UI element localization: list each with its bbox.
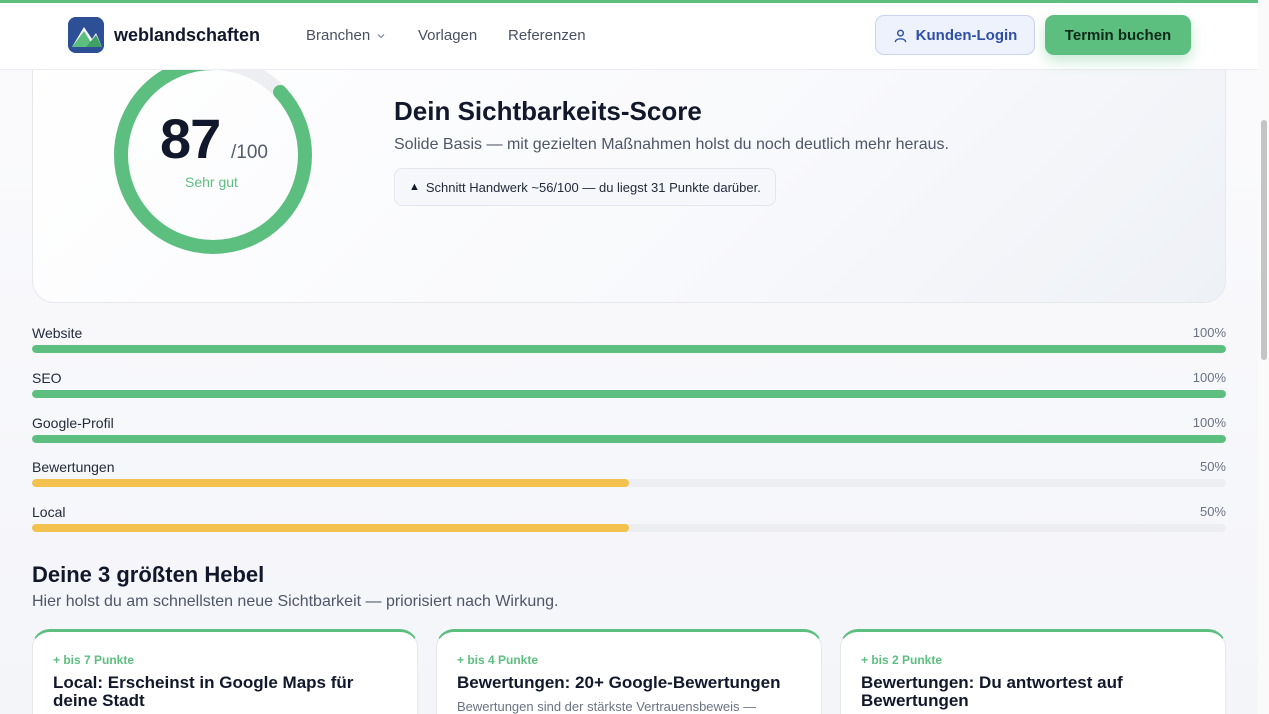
score-title: Dein Sichtbarkeits-Score <box>394 96 702 126</box>
lever-badge: + bis 2 Punkte <box>861 653 943 667</box>
user-icon <box>894 29 907 42</box>
bar-label: Website <box>32 325 83 341</box>
nav-referenzen[interactable]: Referenzen <box>508 27 586 44</box>
nav-vorlagen[interactable]: Vorlagen <box>418 27 477 44</box>
chevron-down-icon <box>377 33 385 38</box>
lever-title: Bewertungen: 20+ Google-Bewertungen <box>457 673 781 692</box>
bar-fill <box>32 479 629 488</box>
bar-label: Local <box>32 504 66 520</box>
bar-track <box>32 389 1226 398</box>
levers-title: Deine 3 größten Hebel <box>32 562 265 587</box>
triangle-up-icon: ▲ <box>409 181 420 193</box>
nav-label: Branchen <box>306 27 371 44</box>
bar-percentage: 50% <box>1199 504 1226 519</box>
bar-fill <box>32 389 1226 398</box>
levers-subtitle: Hier holst du am schnellsten neue Sichtb… <box>32 593 559 610</box>
score-rating: Sehr gut <box>185 174 238 190</box>
bar-percentage: 100% <box>1192 325 1226 340</box>
score-description: Solide Basis — mit gezielten Maßnahmen h… <box>394 136 949 153</box>
lever-badge: + bis 7 Punkte <box>53 653 135 667</box>
brand-name[interactable]: weblandschaften <box>114 25 260 46</box>
lever-card[interactable]: + bis 4 Punkte Bewertungen: 20+ Google-B… <box>436 629 822 714</box>
nav-label: Referenzen <box>508 27 586 44</box>
nav-branchen[interactable]: Branchen <box>306 27 386 44</box>
compare-text: Schnitt Handwerk ~56/100 — du liegst 31 … <box>425 179 761 195</box>
bar-fill <box>32 434 1226 443</box>
top-accent-bar <box>0 0 1258 3</box>
lever-badge: + bis 4 Punkte <box>457 653 539 667</box>
bar-fill <box>32 524 629 532</box>
nav-label: Vorlagen <box>418 27 478 44</box>
lever-card[interactable]: + bis 2 Punkte Bewertungen: Du antwortes… <box>840 629 1226 714</box>
bar-label: SEO <box>32 369 62 386</box>
login-label: Kunden-Login <box>915 26 1018 44</box>
site-header: weblandschaften Branchen Vorlagen Refere… <box>0 3 1258 70</box>
bar-fill <box>32 345 1226 353</box>
logo-icon[interactable] <box>68 17 104 53</box>
bar-track <box>32 479 1226 488</box>
bar-percentage: 100% <box>1192 414 1226 430</box>
lever-body: Bewertungen sind der stärkste Vertrauens… <box>457 699 757 714</box>
score-max: /100 <box>231 142 268 163</box>
bar-percentage: 100% <box>1192 369 1226 385</box>
score-value: 87 <box>160 107 221 170</box>
bar-track <box>32 434 1226 443</box>
lever-title: Bewertungen: Du antwortest auf Bewertung… <box>861 673 1123 710</box>
bar-label: Google-Profil <box>32 414 114 431</box>
lever-card[interactable]: + bis 7 Punkte Local: Erscheinst in Goog… <box>32 629 418 714</box>
bar-percentage: 50% <box>1199 459 1226 475</box>
scrollbar-thumb[interactable] <box>1261 120 1267 360</box>
bar-track <box>32 345 1226 353</box>
lever-title: Local: Erscheinst in Google Maps für dei… <box>53 673 354 710</box>
bar-track <box>32 524 1226 532</box>
customer-login-button[interactable]: Kunden-Login <box>875 15 1035 55</box>
scrollbar-track[interactable] <box>1258 0 1269 714</box>
bar-label: Bewertungen <box>32 459 115 476</box>
book-appointment-button[interactable]: Termin buchen <box>1045 15 1191 55</box>
compare-pill: ▲ Schnitt Handwerk ~56/100 — du liegst 3… <box>394 168 776 206</box>
